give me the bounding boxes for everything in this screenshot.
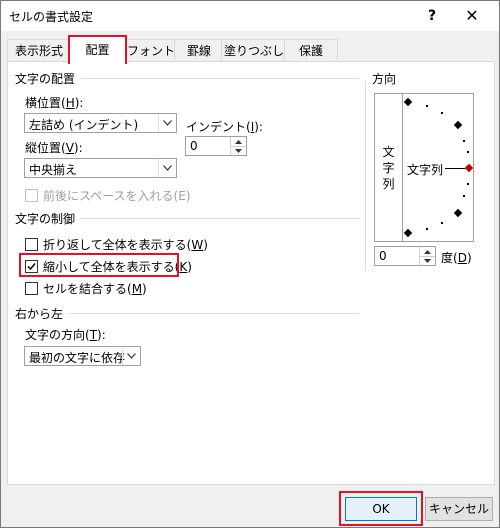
merge-cells-checkbox[interactable]: セルを結合する(M) (25, 280, 147, 297)
angle-marker (453, 120, 463, 130)
divider (69, 313, 359, 314)
chevron-down-icon (122, 347, 140, 365)
tab-number[interactable]: 表示形式 (7, 39, 71, 62)
section-text-control: 文字の制御 (15, 210, 80, 227)
text-direction-select[interactable]: 最初の文字に依存 (24, 346, 141, 366)
wrap-text-checkbox[interactable]: 折り返して全体を表示する(W) (25, 236, 208, 253)
divider (81, 78, 359, 79)
angle-dot (426, 105, 428, 107)
tab-protection[interactable]: 保護 (284, 39, 338, 62)
checkbox-box (25, 282, 38, 295)
vertical-value: 中央揃え (29, 163, 78, 177)
spinner (230, 137, 246, 155)
vertical-char: 字 (382, 160, 395, 175)
indent-stepper[interactable]: 0 (185, 136, 247, 156)
checkmark-icon (27, 263, 36, 271)
angle-marker (403, 97, 413, 107)
justify-distributed-checkbox[interactable]: 前後にスペースを入れる(E) (25, 187, 191, 204)
angle-marker (453, 208, 463, 218)
degrees-stepper[interactable]: 0 (374, 246, 436, 266)
angle-dot (426, 228, 428, 230)
section-text-alignment: 文字の配置 (15, 70, 80, 87)
tab-border[interactable]: 罫線 (174, 39, 224, 62)
horizontal-label: 横位置(H): (25, 96, 84, 110)
shrink-to-fit-checkbox[interactable]: 縮小して全体を表示する(K) (25, 258, 192, 275)
wrap-text-label: 折り返して全体を表示する(W) (43, 238, 208, 252)
current-angle-marker (464, 163, 474, 173)
angle-dot (463, 195, 465, 197)
degrees-label: 度(D) (441, 251, 472, 265)
angle-dot (467, 151, 469, 153)
text-direction-label: 文字の方向(T): (25, 328, 106, 342)
horizontal-value: 左詰め (インデント) (29, 118, 139, 132)
tab-alignment[interactable]: 配置 (68, 35, 127, 64)
format-cells-dialog: セルの書式設定 ? ✕ 表示形式 配置 フォント 罫線 塗りつぶし 保護 文字の… (0, 0, 500, 528)
title-bar: セルの書式設定 ? ✕ (1, 1, 499, 31)
close-button[interactable]: ✕ (453, 3, 491, 29)
vertical-label: 縦位置(V): (25, 141, 83, 155)
text-direction-value: 最初の文字に依存 (29, 351, 126, 365)
horizontal-select[interactable]: 左詰め (インデント) (24, 113, 177, 133)
vertical-select[interactable]: 中央揃え (24, 158, 177, 178)
help-button[interactable]: ? (413, 3, 451, 29)
checkbox-box (25, 189, 38, 202)
section-right-to-left: 右から左 (15, 305, 68, 322)
cancel-button[interactable]: キャンセル (425, 497, 493, 521)
angle-dot (441, 222, 443, 224)
dialog-title: セルの書式設定 (9, 10, 94, 24)
vertical-text-button[interactable]: 文 字 列 (375, 94, 403, 241)
merge-cells-label: セルを結合する(M) (43, 282, 147, 296)
angle-dot (441, 112, 443, 114)
spin-down-icon[interactable] (231, 146, 246, 155)
tab-font[interactable]: フォント (125, 39, 177, 62)
checkbox-box (25, 260, 38, 273)
angle-dot (463, 140, 465, 142)
checkbox-box (25, 238, 38, 251)
vertical-char: 文 (382, 144, 395, 159)
angle-dot (467, 183, 469, 185)
spin-down-icon[interactable] (420, 256, 435, 265)
indent-label: インデント(I): (186, 120, 263, 134)
angle-marker (403, 228, 413, 238)
justify-distributed-label: 前後にスペースを入れる(E) (43, 189, 191, 203)
degrees-value: 0 (379, 249, 387, 263)
horizontal-text-preview: 文字列 (407, 163, 444, 177)
shrink-to-fit-label: 縮小して全体を表示する(K) (43, 260, 192, 274)
ok-button[interactable]: OK (345, 497, 417, 521)
orientation-line (445, 168, 465, 169)
chevron-down-icon (158, 114, 176, 132)
vertical-char: 列 (382, 176, 395, 191)
divider (365, 81, 366, 271)
spinner (419, 247, 435, 265)
divider (81, 218, 359, 219)
indent-value: 0 (190, 139, 198, 153)
orientation-control[interactable]: 文 字 列 文字列 (374, 93, 474, 242)
section-orientation: 方向 (372, 70, 401, 87)
tab-fill[interactable]: 塗りつぶし (221, 39, 287, 62)
chevron-down-icon (158, 159, 176, 177)
